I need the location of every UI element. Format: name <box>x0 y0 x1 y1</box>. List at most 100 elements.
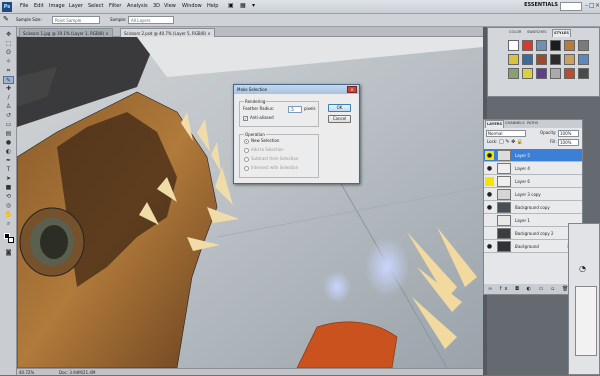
style-swatch[interactable] <box>564 68 575 79</box>
eyedropper-tool-icon[interactable]: ✎ <box>3 76 14 84</box>
style-swatch[interactable] <box>550 68 561 79</box>
style-swatch[interactable] <box>578 54 589 65</box>
clone-stamp-icon[interactable]: ♙ <box>3 103 14 111</box>
antialiased-checkbox[interactable]: ✓ <box>243 116 248 121</box>
opacity-input[interactable]: 100% <box>558 130 579 137</box>
minibridge-icon[interactable]: ▦ <box>240 2 246 9</box>
visibility-eye-icon[interactable]: ● <box>485 151 494 160</box>
menu-select[interactable]: Select <box>88 3 103 9</box>
type-tool-icon[interactable]: T <box>3 166 14 174</box>
dialog-close-icon[interactable]: × <box>347 86 357 93</box>
dodge-tool-icon[interactable]: ◐ <box>3 148 14 156</box>
eyedropper-tool-icon[interactable]: ✎ <box>3 15 9 23</box>
layer-row[interactable]: ● Layer 4 <box>484 162 582 175</box>
3d-orbit-icon[interactable]: ◎ <box>3 202 14 210</box>
navigator-icon[interactable]: ◔ <box>579 264 586 273</box>
3d-rotate-icon[interactable]: ⟲ <box>3 193 14 201</box>
close-icon[interactable]: × <box>595 2 600 9</box>
menu-3d[interactable]: 3D <box>153 3 160 9</box>
tab-paths[interactable]: PATHS <box>526 120 539 127</box>
tab-layers[interactable]: LAYERS <box>485 120 505 128</box>
menu-filter[interactable]: Filter <box>109 3 121 9</box>
quick-mask-icon[interactable]: ◙ <box>3 249 14 257</box>
doc-tab-1[interactable]: Scissors 1.jpg @ 19.1% (Layer 1, RGB/8) … <box>19 28 113 37</box>
eraser-tool-icon[interactable]: ▭ <box>3 121 14 129</box>
intersect-with-selection-radio[interactable] <box>244 166 249 171</box>
style-swatch[interactable] <box>578 40 589 51</box>
style-swatch[interactable] <box>522 68 533 79</box>
crop-tool-icon[interactable]: ⌗ <box>3 67 14 75</box>
gradient-tool-icon[interactable]: ▤ <box>3 130 14 138</box>
new-selection-radio[interactable] <box>244 139 249 144</box>
visibility-eye-icon[interactable]: ● <box>485 242 494 251</box>
tab-color[interactable]: COLOR <box>508 29 523 36</box>
adjustment-layer-icon[interactable]: ◐ <box>527 286 534 292</box>
new-layer-icon[interactable]: ▫ <box>551 286 557 292</box>
style-swatch[interactable] <box>536 54 547 65</box>
layer-style-icon[interactable]: fx <box>500 286 511 292</box>
shape-tool-icon[interactable]: ■ <box>3 184 14 192</box>
tab-channels[interactable]: CHANNELS <box>504 120 526 127</box>
dialog-title-bar[interactable]: Make Selection × <box>234 85 359 94</box>
blur-tool-icon[interactable]: ● <box>3 139 14 147</box>
add-to-selection-radio[interactable] <box>244 148 249 153</box>
menu-edit[interactable]: Edit <box>34 3 44 9</box>
menu-image[interactable]: Image <box>49 3 65 9</box>
path-selection-icon[interactable]: ➤ <box>3 175 14 183</box>
fill-input[interactable]: 100% <box>558 139 579 146</box>
lasso-tool-icon[interactable]: ʘ <box>3 49 14 57</box>
maximize-icon[interactable]: □ <box>589 2 595 9</box>
tab-styles[interactable]: STYLES <box>552 29 571 37</box>
style-swatch[interactable] <box>522 40 533 51</box>
style-swatch[interactable] <box>508 54 519 65</box>
feather-radius-input[interactable]: .5 <box>288 106 302 113</box>
side-panel-scroll[interactable] <box>575 286 597 356</box>
tab-swatches[interactable]: SWATCHES <box>526 29 548 36</box>
brush-tool-icon[interactable]: ∕ <box>3 94 14 102</box>
move-tool-icon[interactable]: ✥ <box>3 31 14 39</box>
healing-brush-icon[interactable]: ✚ <box>3 85 14 93</box>
sample-select[interactable]: All Layers <box>128 16 174 24</box>
style-swatch[interactable] <box>536 68 547 79</box>
hand-tool-icon[interactable]: ✋ <box>3 211 14 219</box>
layer-row[interactable]: ● Layer 5 <box>484 149 582 162</box>
workspace-switcher[interactable]: ESSENTIALS <box>524 2 558 8</box>
layer-row[interactable]: ● Layer 3 copy <box>484 188 582 201</box>
marquee-tool-icon[interactable]: ⬚ <box>3 40 14 48</box>
visibility-eye-icon[interactable] <box>485 229 494 238</box>
link-layers-icon[interactable]: ∞ <box>488 286 495 292</box>
layer-row[interactable]: Layer 6 <box>484 175 582 188</box>
menu-layer[interactable]: Layer <box>69 3 83 9</box>
visibility-eye-icon[interactable]: ● <box>485 164 494 173</box>
style-swatch[interactable] <box>536 40 547 51</box>
menu-window[interactable]: Window <box>182 3 202 9</box>
visibility-eye-icon[interactable]: ● <box>485 203 494 212</box>
blend-mode-select[interactable]: Normal <box>486 130 526 137</box>
sample-size-select[interactable]: Point Sample <box>52 16 100 24</box>
style-swatch[interactable] <box>508 68 519 79</box>
style-swatch[interactable] <box>550 54 561 65</box>
style-swatch[interactable] <box>522 54 533 65</box>
bridge-icon[interactable]: ▣ <box>228 2 234 9</box>
background-color-swatch[interactable] <box>8 237 14 243</box>
visibility-eye-icon[interactable]: ● <box>485 190 494 199</box>
pen-tool-icon[interactable]: ✒ <box>3 157 14 165</box>
menu-help[interactable]: Help <box>207 3 218 9</box>
add-mask-icon[interactable]: ◘ <box>515 286 522 292</box>
zoom-tool-icon[interactable]: ⌕ <box>3 220 14 228</box>
help-search-input[interactable] <box>560 2 582 11</box>
visibility-eye-icon[interactable] <box>485 216 494 225</box>
group-layers-icon[interactable]: ▭ <box>539 286 547 292</box>
zoom-level-icon[interactable]: ▾ <box>252 2 255 9</box>
style-swatch[interactable] <box>550 40 561 51</box>
style-swatch[interactable] <box>564 40 575 51</box>
style-swatch[interactable] <box>508 40 519 51</box>
visibility-eye-icon[interactable] <box>485 177 494 186</box>
history-brush-icon[interactable]: ↺ <box>3 112 14 120</box>
menu-analysis[interactable]: Analysis <box>127 3 148 9</box>
ok-button[interactable]: OK <box>328 104 351 112</box>
lock-icons[interactable]: □ ✎ ✥ 🔒 <box>499 139 523 145</box>
doc-tab-2[interactable]: Scissors 2.psd @ 40.7% (Layer 5, RGB/8) … <box>120 28 215 37</box>
menu-view[interactable]: View <box>164 3 176 9</box>
style-swatch[interactable] <box>564 54 575 65</box>
